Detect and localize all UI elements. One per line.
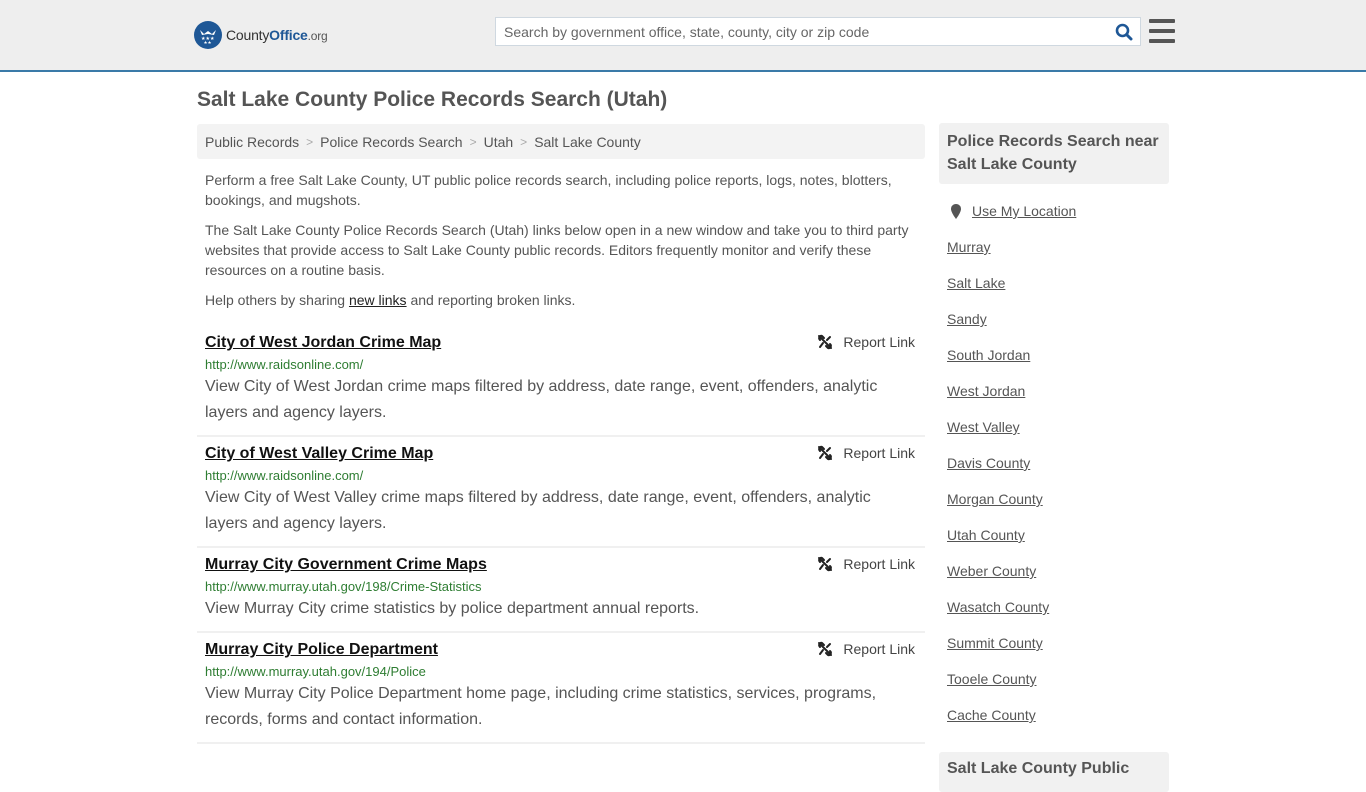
- nearby-link-wasatch-county[interactable]: Wasatch County: [947, 597, 1161, 633]
- breadcrumb-salt-lake-county[interactable]: Salt Lake County: [534, 134, 641, 150]
- broken-link-icon: [818, 334, 833, 350]
- nearby-link-sandy[interactable]: Sandy: [947, 309, 1161, 345]
- report-link-button[interactable]: Report Link: [817, 445, 915, 461]
- result-title-link[interactable]: Murray City Police Department: [205, 639, 438, 661]
- svg-text:★★: ★★: [204, 40, 213, 45]
- map-marker-icon: [951, 203, 961, 219]
- help-text: Help others by sharing: [205, 292, 349, 308]
- main-content: Public Records > Police Records Search >…: [197, 124, 925, 744]
- sidebar-heading-public-records: Salt Lake County Public: [939, 752, 1169, 792]
- site-header: ★★★ ★★ CountyOffice.org: [0, 0, 1366, 72]
- hamburger-menu-button[interactable]: [1149, 19, 1175, 43]
- result-description: View Murray City Police Department home …: [205, 685, 877, 728]
- breadcrumb: Public Records > Police Records Search >…: [197, 124, 925, 159]
- breadcrumb-utah[interactable]: Utah: [484, 134, 514, 150]
- sidebar-heading: Police Records Search near Salt Lake Cou…: [939, 123, 1169, 184]
- broken-link-icon: [818, 445, 833, 461]
- eagle-stars-logo-icon: ★★★ ★★: [194, 21, 222, 49]
- report-link-button[interactable]: Report Link: [817, 556, 915, 572]
- help-text: and reporting broken links.: [406, 292, 576, 308]
- intro: Perform a free Salt Lake County, UT publ…: [197, 170, 925, 310]
- search-button[interactable]: [1108, 18, 1140, 45]
- page-title: Salt Lake County Police Records Search (…: [197, 88, 668, 111]
- nearby-link-morgan-county[interactable]: Morgan County: [947, 489, 1161, 525]
- menu-bar: [1149, 19, 1175, 23]
- report-link-label: Report Link: [843, 556, 915, 572]
- nearby-link-tooele-county[interactable]: Tooele County: [947, 669, 1161, 705]
- intro-paragraph: Perform a free Salt Lake County, UT publ…: [205, 172, 892, 208]
- nearby-link-west-jordan[interactable]: West Jordan: [947, 381, 1161, 417]
- new-links-link[interactable]: new links: [349, 292, 407, 308]
- result-description: View Murray City crime statistics by pol…: [205, 600, 700, 617]
- disclaimer-paragraph: The Salt Lake County Police Records Sear…: [205, 222, 909, 278]
- use-my-location-link[interactable]: Use My Location: [972, 201, 1076, 221]
- result-title-link[interactable]: City of West Jordan Crime Map: [205, 332, 441, 354]
- result-item: Murray City Government Crime Maps Report…: [197, 548, 925, 633]
- nearby-link-murray[interactable]: Murray: [947, 237, 1161, 273]
- report-link-label: Report Link: [843, 445, 915, 461]
- breadcrumb-separator: >: [306, 134, 314, 149]
- breadcrumb-separator: >: [520, 134, 528, 149]
- breadcrumb-separator: >: [469, 134, 477, 149]
- nearby-link-summit-county[interactable]: Summit County: [947, 633, 1161, 669]
- result-title-link[interactable]: Murray City Government Crime Maps: [205, 554, 487, 576]
- nearby-link-utah-county[interactable]: Utah County: [947, 525, 1161, 561]
- nearby-link-south-jordan[interactable]: South Jordan: [947, 345, 1161, 381]
- result-item: Murray City Police Department Report Lin…: [197, 633, 925, 744]
- report-link-label: Report Link: [843, 641, 915, 657]
- nearby-link-cache-county[interactable]: Cache County: [947, 705, 1161, 741]
- sidebar-list: Use My Location Murray Salt Lake Sandy S…: [939, 201, 1169, 741]
- result-title-link[interactable]: City of West Valley Crime Map: [205, 443, 433, 465]
- breadcrumb-police-records-search[interactable]: Police Records Search: [320, 134, 462, 150]
- search-input[interactable]: [496, 18, 1108, 45]
- search-bar: [495, 17, 1141, 46]
- result-url: http://www.murray.utah.gov/194/Police: [205, 664, 426, 679]
- menu-bar: [1149, 39, 1175, 43]
- result-url: http://www.raidsonline.com/: [205, 357, 364, 372]
- result-description: View City of West Valley crime maps filt…: [205, 489, 871, 532]
- logo-text: CountyOffice.org: [226, 27, 328, 43]
- nearby-link-davis-county[interactable]: Davis County: [947, 453, 1161, 489]
- help-paragraph: Help others by sharing new links and rep…: [205, 290, 917, 310]
- sidebar: Police Records Search near Salt Lake Cou…: [939, 123, 1169, 741]
- results-list: City of West Jordan Crime Map Report Lin…: [197, 326, 925, 744]
- broken-link-icon: [818, 641, 833, 657]
- report-link-button[interactable]: Report Link: [817, 334, 915, 350]
- result-item: City of West Jordan Crime Map Report Lin…: [197, 326, 925, 437]
- result-description: View City of West Jordan crime maps filt…: [205, 378, 878, 421]
- result-url: http://www.murray.utah.gov/198/Crime-Sta…: [205, 579, 482, 594]
- report-link-button[interactable]: Report Link: [817, 641, 915, 657]
- result-url: http://www.raidsonline.com/: [205, 468, 364, 483]
- nearby-links: Murray Salt Lake Sandy South Jordan West…: [947, 237, 1161, 741]
- breadcrumb-public-records[interactable]: Public Records: [205, 134, 299, 150]
- result-item: City of West Valley Crime Map Report Lin…: [197, 437, 925, 548]
- broken-link-icon: [818, 556, 833, 572]
- use-my-location[interactable]: Use My Location: [947, 201, 1161, 221]
- report-link-label: Report Link: [843, 334, 915, 350]
- nearby-link-west-valley[interactable]: West Valley: [947, 417, 1161, 453]
- search-icon: [1115, 23, 1133, 40]
- logo-link[interactable]: ★★★ ★★ CountyOffice.org: [194, 21, 328, 49]
- nearby-link-weber-county[interactable]: Weber County: [947, 561, 1161, 597]
- menu-bar: [1149, 29, 1175, 33]
- nearby-link-salt-lake[interactable]: Salt Lake: [947, 273, 1161, 309]
